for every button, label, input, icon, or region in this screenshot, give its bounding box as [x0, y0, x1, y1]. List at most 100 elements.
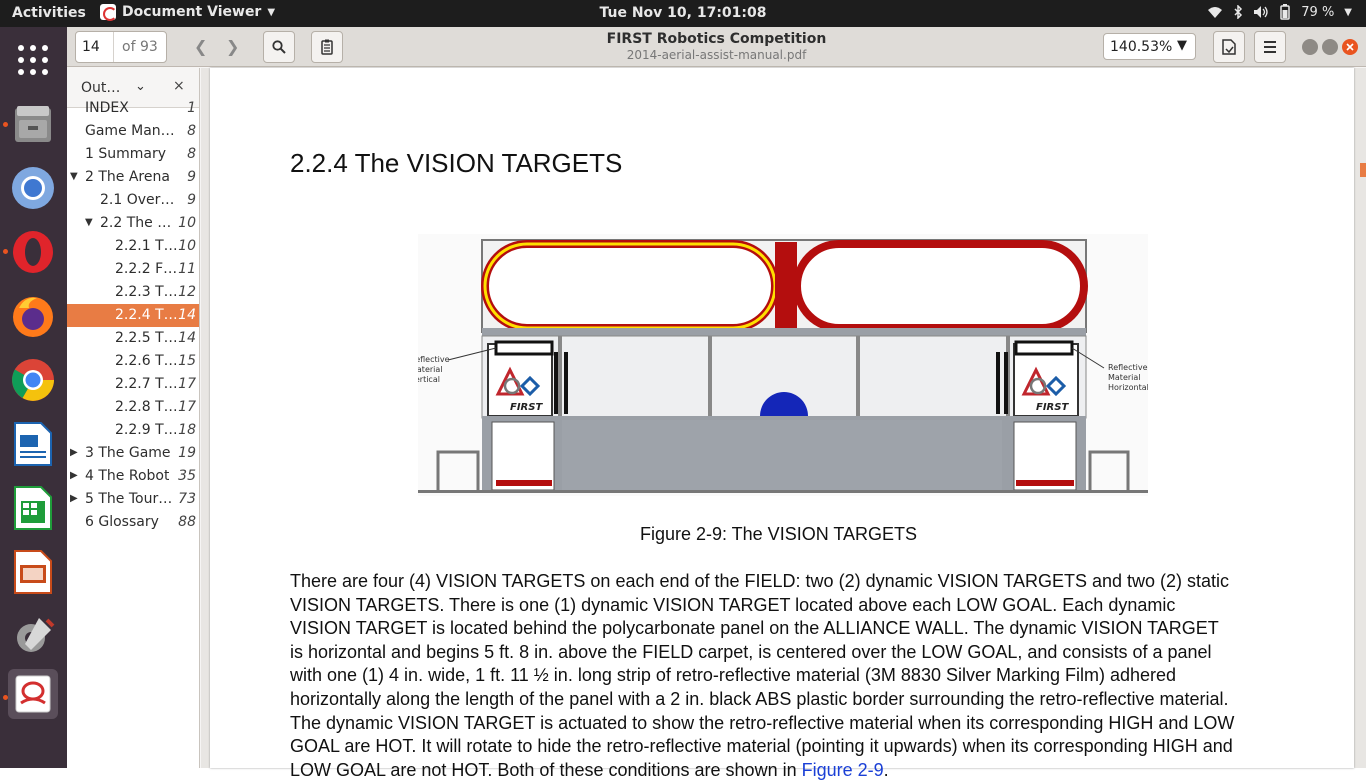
outline-item-label: 2 The Arena — [85, 169, 170, 185]
page-total-label: of 93 — [122, 39, 158, 55]
dynamic-target-highlight — [481, 240, 779, 332]
app-menu-label: Document Viewer — [122, 4, 262, 20]
page-number-field[interactable]: 14 of 93 — [75, 31, 167, 63]
section-heading: 2.2.4 The VISION TARGETS — [290, 148, 623, 178]
chevron-down-icon: ▼ — [1177, 38, 1187, 53]
close-window-button[interactable] — [1342, 39, 1358, 55]
dock-opera[interactable] — [8, 227, 58, 277]
outline-item-page: 88 — [178, 514, 196, 530]
outline-item[interactable]: 2.2.6 T… 15 — [67, 350, 199, 373]
body-text: LOW GOAL are not HOT. Both of these cond… — [290, 759, 802, 780]
dock-impress[interactable] — [8, 547, 58, 597]
outline-item-label: 2.2.9 T… — [115, 422, 178, 438]
app-menu[interactable]: Document Viewer ▼ — [100, 4, 275, 21]
dock-chromium[interactable] — [8, 163, 58, 213]
scrollbar-indicator[interactable] — [1360, 163, 1366, 177]
body-line: The dynamic VISION TARGET is actuated to… — [290, 712, 1235, 733]
body-line: with one (1) 4 in. wide, 1 ft. 11 ½ in. … — [290, 665, 1177, 686]
impress-icon — [14, 550, 52, 594]
outline-item-label: INDEX — [85, 100, 129, 116]
clipboard-icon — [321, 39, 333, 55]
annotations-button[interactable] — [311, 31, 343, 63]
search-button[interactable] — [263, 31, 295, 63]
outline-item[interactable]: INDEX 1 — [67, 97, 199, 120]
dock-writer[interactable] — [8, 419, 58, 469]
dock-settings[interactable] — [8, 611, 58, 661]
expander-expanded-icon[interactable]: ▼ — [85, 217, 93, 228]
body-line: is horizontal and begins 5 ft. 8 in. abo… — [290, 641, 1212, 662]
previous-page-icon[interactable]: ❮ — [194, 37, 207, 56]
figure-link[interactable]: Figure 2-9 — [802, 760, 884, 780]
outline-item-label: 2.2.8 T… — [115, 399, 178, 415]
outline-item[interactable]: 2.2.3 T… 12 — [67, 281, 199, 304]
next-page-icon[interactable]: ❯ — [226, 37, 239, 56]
outline-item-label: 5 The Tour… — [85, 491, 173, 507]
outline-item-page: 18 — [178, 422, 196, 438]
document-viewer-app-icon — [100, 4, 117, 21]
outline-item[interactable]: ▶ 3 The Game 19 — [67, 442, 199, 465]
close-icon — [1346, 43, 1354, 51]
chrome-icon — [12, 359, 54, 401]
figure-caption: Figure 2-9: The VISION TARGETS — [639, 524, 918, 544]
outline-item[interactable]: Game Man… 8 — [67, 120, 199, 143]
sidebar-mode-label[interactable]: Out… — [81, 80, 120, 96]
files-icon — [15, 106, 51, 142]
outline-item[interactable]: 2.2.2 F… 11 — [67, 258, 199, 281]
dock-chrome[interactable] — [8, 355, 58, 405]
document-viewer-window: 14 of 93 ❮ ❯ FIRST Robotics Competition … — [67, 27, 1366, 780]
hamburger-icon — [1264, 41, 1276, 53]
right-label-line: Reflective — [1108, 363, 1148, 372]
expander-collapsed-icon[interactable]: ▶ — [70, 470, 78, 481]
outline-item[interactable]: ▶ 5 The Tour… 73 — [67, 488, 199, 511]
outline-item[interactable]: 2.2.5 T… 14 — [67, 327, 199, 350]
clock[interactable]: Tue Nov 10, 17:01:08 — [599, 5, 766, 21]
outline-item-page: 15 — [178, 353, 196, 369]
dock-firefox[interactable] — [8, 291, 58, 341]
outline-item-label: 6 Glossary — [85, 514, 159, 530]
menu-button[interactable] — [1254, 31, 1286, 63]
dock-document-viewer[interactable] — [8, 669, 58, 719]
dock-files[interactable] — [8, 99, 58, 149]
zoom-value: 140.53% — [1110, 38, 1173, 55]
outline-item[interactable]: 2.2.9 T… 18 — [67, 419, 199, 442]
outline-item[interactable]: 2.2.1 T… 10 — [67, 235, 199, 258]
outline-item-label: 2.1 Over… — [100, 192, 175, 208]
outline-item-page: 17 — [178, 399, 196, 415]
outline-item-page: 17 — [178, 376, 196, 392]
outline-item[interactable]: 2.2.7 T… 17 — [67, 373, 199, 396]
expander-collapsed-icon[interactable]: ▶ — [70, 447, 78, 458]
outline-item-label: 2.2.6 T… — [115, 353, 178, 369]
outline-item[interactable]: 2.2.8 T… 17 — [67, 396, 199, 419]
outline-item[interactable]: 2.1 Over… 9 — [67, 189, 199, 212]
activities-button[interactable]: Activities — [12, 5, 86, 21]
expander-collapsed-icon[interactable]: ▶ — [70, 493, 78, 504]
expander-expanded-icon[interactable]: ▼ — [70, 171, 78, 182]
view-mode-button[interactable] — [1213, 31, 1245, 63]
zoom-select[interactable]: 140.53% ▼ — [1103, 33, 1196, 60]
settings-icon — [17, 618, 55, 652]
outline-item-page: 1 — [187, 100, 196, 116]
outline-item-label: 2.2.3 T… — [115, 284, 178, 300]
chromium-icon — [12, 167, 54, 209]
minimize-button[interactable] — [1302, 39, 1318, 55]
dock-calc[interactable] — [8, 483, 58, 533]
outline-item[interactable]: 2.2.4 T… 14 — [67, 304, 199, 327]
system-tray[interactable]: 79 % ▼ — [1207, 4, 1352, 20]
outline-item[interactable]: ▼ 2 The Arena 9 — [67, 166, 199, 189]
page-current-input[interactable]: 14 — [76, 32, 114, 62]
logo-text-left: FIRST — [510, 402, 543, 413]
writer-icon — [14, 422, 52, 466]
chevron-down-icon[interactable]: ⌄ — [135, 79, 146, 94]
outline-item[interactable]: 1 Summary 8 — [67, 143, 199, 166]
outline-item-label: 2.2.5 T… — [115, 330, 178, 346]
body-line: There are four (4) VISION TARGETS on eac… — [290, 571, 1230, 591]
outline-item-label: 1 Summary — [85, 146, 167, 162]
show-applications-button[interactable] — [8, 35, 58, 85]
outline-item[interactable]: ▼ 2.2 The … 10 — [67, 212, 199, 235]
outline-item[interactable]: 6 Glossary 88 — [67, 511, 199, 534]
outline-item-page: 10 — [178, 215, 196, 231]
maximize-button[interactable] — [1322, 39, 1338, 55]
outline-item[interactable]: ▶ 4 The Robot 35 — [67, 465, 199, 488]
close-icon[interactable]: × — [173, 78, 185, 94]
volume-icon — [1254, 6, 1268, 18]
